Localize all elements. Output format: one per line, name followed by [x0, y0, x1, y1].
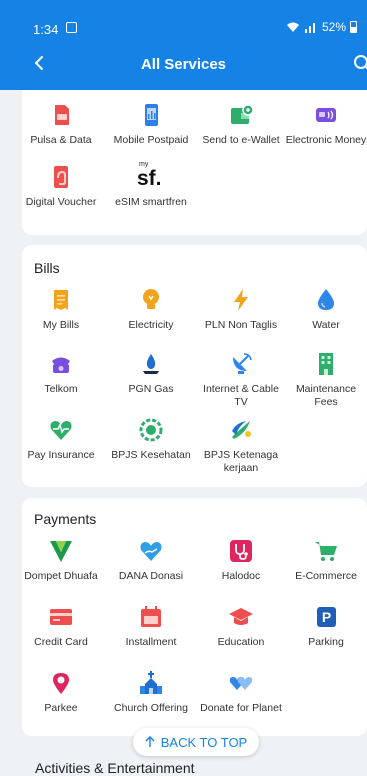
pay-installment[interactable]: Installment — [106, 604, 196, 649]
hearts-icon — [229, 677, 253, 690]
pay-parkee[interactable]: Parkee — [16, 670, 106, 715]
calendar-icon — [141, 606, 161, 627]
pay-parking[interactable]: P Parking — [284, 604, 367, 649]
page-title: All Services — [140, 56, 227, 73]
lightning-icon — [234, 289, 248, 311]
battery-icon — [350, 21, 357, 33]
top-services-card: Pulsa & Data Mobile Postpaid Send to e-W… — [22, 90, 367, 235]
signal-icon — [304, 23, 315, 33]
nav-bar: All Services — [0, 48, 367, 82]
pay-credit-card[interactable]: Credit Card — [16, 604, 106, 649]
heart-hand-icon — [140, 542, 162, 561]
service-mobile-postpaid[interactable]: Mobile Postpaid — [106, 102, 196, 147]
bill-my-bills[interactable]: My Bills — [16, 287, 106, 332]
gallery-notification-icon — [66, 22, 77, 33]
status-time: 1:34 — [33, 22, 59, 37]
smartfren-logo: my sf. — [137, 161, 162, 190]
app-header: 1:34 52% All Services — [0, 0, 367, 90]
payments-title: Payments — [34, 511, 97, 527]
status-bar: 1:34 52% — [0, 0, 367, 38]
bills-card: Bills My Bills Electricity PLN Non Tagli… — [22, 245, 367, 487]
pay-dompet-dhuafa[interactable]: Dompet Dhuafa — [16, 538, 106, 583]
gas-flame-icon — [143, 354, 159, 374]
bill-water[interactable]: Water — [284, 287, 367, 332]
telephone-icon — [52, 357, 70, 373]
receipt-icon — [54, 290, 68, 310]
payments-card: Payments Dompet Dhuafa DANA Donasi Halod… — [22, 498, 367, 736]
pay-e-commerce[interactable]: E-Commerce — [284, 538, 367, 583]
bill-bpjs-ketenagakerjaan[interactable]: BPJS Ketenaga kerjaan — [196, 417, 286, 475]
status-right: 52% — [286, 20, 357, 34]
bills-title: Bills — [34, 260, 60, 276]
voucher-icon — [54, 166, 68, 188]
satellite-icon — [233, 353, 252, 374]
service-electronic-money[interactable]: Electronic Money — [284, 102, 367, 147]
bill-pay-insurance[interactable]: Pay Insurance — [16, 417, 106, 462]
battery-percent: 52% — [321, 20, 346, 34]
service-esim-smartfren[interactable]: my sf. eSIM smartfren — [106, 161, 196, 209]
bill-telkom[interactable]: Telkom — [16, 351, 106, 396]
location-pin-icon — [53, 673, 69, 694]
pay-church-offering[interactable]: Church Offering — [106, 670, 196, 715]
service-send-ewallet[interactable]: Send to e-Wallet — [196, 102, 286, 147]
bpjs-health-icon — [139, 418, 163, 442]
stethoscope-icon — [230, 540, 252, 562]
wifi-icon — [286, 22, 299, 32]
bill-pln-non-taglis[interactable]: PLN Non Taglis — [196, 287, 286, 332]
bpjs-employment-icon — [232, 421, 251, 439]
phone-bill-icon — [145, 104, 158, 126]
cart-icon — [315, 542, 337, 561]
bill-bpjs-kesehatan[interactable]: BPJS Kesehatan — [106, 417, 196, 462]
activities-section-title: Activities & Entertainment — [35, 760, 195, 776]
ewallet-icon — [231, 104, 254, 124]
back-to-top-button[interactable]: BACK TO TOP — [133, 728, 259, 756]
heart-pulse-icon — [50, 421, 72, 440]
water-drop-icon — [318, 289, 334, 310]
bill-internet-cable-tv[interactable]: Internet & Cable TV — [196, 351, 286, 409]
building-icon — [319, 353, 333, 375]
service-digital-voucher[interactable]: Digital Voucher — [16, 164, 106, 209]
church-icon — [140, 671, 162, 694]
card-tap-icon — [316, 108, 336, 122]
bill-maintenance-fees[interactable]: Maintenance Fees — [284, 351, 367, 409]
bulb-icon — [143, 289, 159, 309]
pay-donate-planet[interactable]: Donate for Planet — [196, 670, 286, 715]
pay-education[interactable]: Education — [196, 604, 286, 649]
service-pulsa-data[interactable]: Pulsa & Data — [16, 102, 106, 147]
sim-card-icon — [55, 105, 69, 125]
graduation-cap-icon — [229, 608, 253, 625]
credit-card-icon — [50, 609, 72, 625]
search-button[interactable] — [351, 52, 367, 76]
bill-electricity[interactable]: Electricity — [106, 287, 196, 332]
arrow-up-icon — [145, 736, 155, 747]
pay-halodoc[interactable]: Halodoc — [196, 538, 286, 583]
dompet-dhuafa-icon — [50, 541, 72, 562]
parking-icon: P — [313, 604, 339, 630]
search-icon — [354, 55, 367, 70]
back-to-top-label: BACK TO TOP — [160, 734, 248, 750]
pay-dana-donasi[interactable]: DANA Donasi — [106, 538, 196, 583]
bill-pgn-gas[interactable]: PGN Gas — [106, 351, 196, 396]
